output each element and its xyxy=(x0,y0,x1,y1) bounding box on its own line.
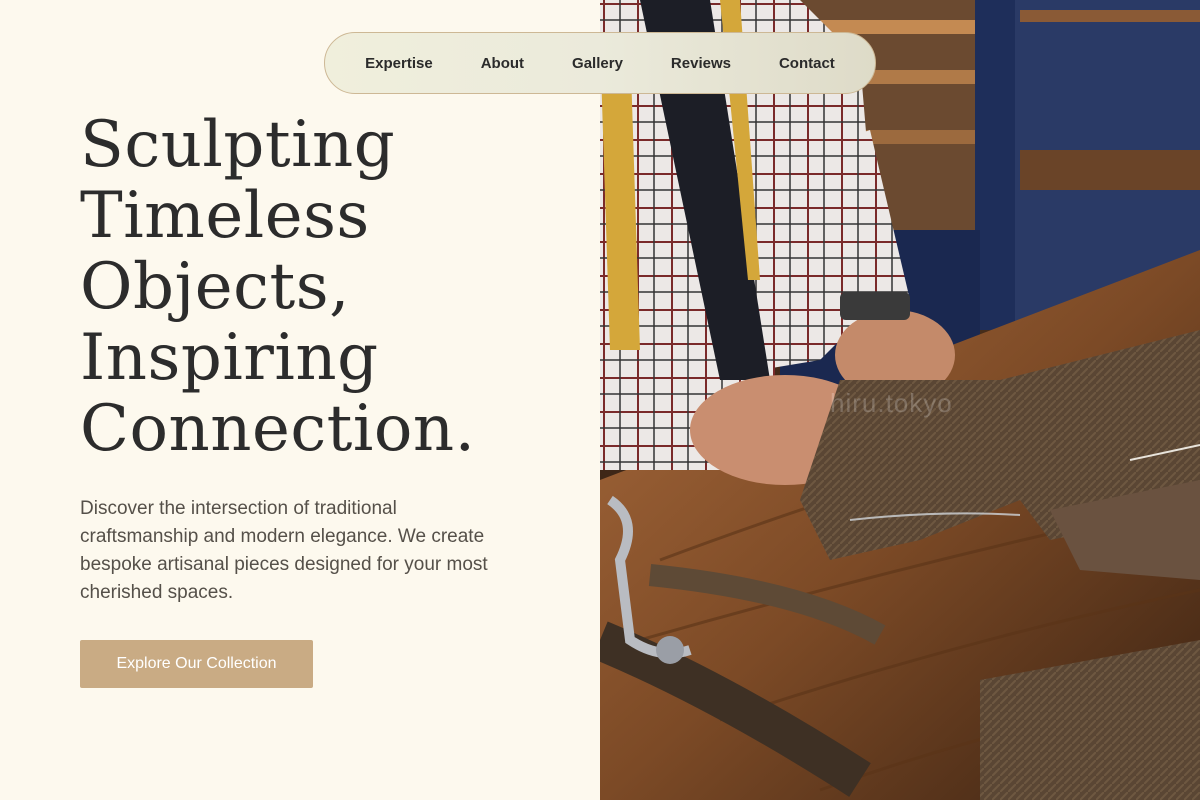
hero-description: Discover the intersection of traditional… xyxy=(80,498,488,603)
hero-title-line-5: Connection. xyxy=(80,392,476,466)
nav-link-gallery[interactable]: Gallery xyxy=(548,55,647,72)
hero-section: Sculpting Timeless Objects, Inspiring Co… xyxy=(0,0,600,800)
hero-title-line-3: Objects, xyxy=(80,250,350,324)
hero-title-line-4: Inspiring xyxy=(80,321,379,395)
hero-title: Sculpting Timeless Objects, Inspiring Co… xyxy=(80,110,580,465)
hero-title-line-2: Timeless xyxy=(80,179,370,253)
nav-link-reviews[interactable]: Reviews xyxy=(647,55,755,72)
photo-watermark: hiru.tokyo xyxy=(830,388,953,418)
nav-link-expertise[interactable]: Expertise xyxy=(341,55,457,72)
nav-link-contact[interactable]: Contact xyxy=(755,55,859,72)
hero-title-line-1: Sculpting xyxy=(80,108,396,182)
top-navigation: Expertise About Gallery Reviews Contact xyxy=(324,32,876,94)
hero-photo: hiru.tokyo xyxy=(600,0,1200,800)
explore-collection-button[interactable]: Explore Our Collection xyxy=(80,640,313,688)
nav-link-about[interactable]: About xyxy=(457,55,548,72)
